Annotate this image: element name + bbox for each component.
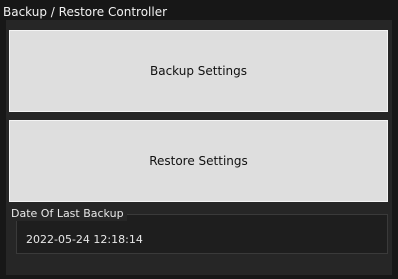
last-backup-value: 2022-05-24 12:18:14 (26, 233, 143, 246)
restore-settings-button[interactable]: Restore Settings (9, 120, 388, 202)
backup-restore-panel: Backup / Restore Controller Backup Setti… (0, 0, 398, 279)
backup-settings-label: Backup Settings (149, 64, 248, 78)
restore-settings-label: Restore Settings (149, 154, 248, 168)
backup-settings-button[interactable]: Backup Settings (9, 30, 388, 112)
panel-title: Backup / Restore Controller (3, 5, 168, 19)
last-backup-label: Date Of Last Backup (8, 207, 127, 221)
